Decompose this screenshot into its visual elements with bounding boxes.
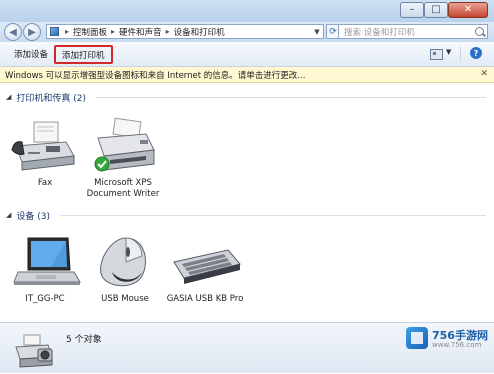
back-arrow-icon: ◀: [9, 26, 17, 38]
back-button[interactable]: ◀: [4, 23, 22, 41]
device-fax[interactable]: Fax: [6, 116, 84, 189]
maximize-button[interactable]: □: [424, 2, 448, 18]
refresh-icon: ⟳: [329, 26, 337, 37]
watermark-logo: 756手游网 www.756.com: [406, 325, 492, 355]
control-panel-icon: [50, 27, 59, 36]
address-field[interactable]: ▸ 控制面板 ▸ 硬件和声音 ▸ 设备和打印机 ▼: [46, 24, 324, 39]
add-printer-button[interactable]: 添加打印机: [54, 45, 113, 64]
breadcrumb-control-panel[interactable]: 控制面板: [73, 26, 107, 38]
forward-arrow-icon: ▶: [28, 26, 36, 38]
breadcrumb-separator: ▸: [111, 27, 116, 36]
device-xps-writer[interactable]: Microsoft XPS Document Writer: [84, 116, 162, 200]
device-it-gg-pc[interactable]: IT_GG-PC: [6, 232, 84, 305]
address-dropdown-icon[interactable]: ▼: [311, 25, 323, 38]
group-header-devices[interactable]: ◢ 设备 (3): [6, 208, 50, 222]
device-label: IT_GG-PC: [25, 294, 65, 304]
collapse-arrow-icon[interactable]: ◢: [6, 93, 11, 101]
minimize-button[interactable]: –: [400, 2, 424, 18]
command-bar: 添加设备 添加打印机 ▼ ?: [0, 42, 494, 67]
group-divider: [60, 215, 486, 216]
device-gasia-usb-kb[interactable]: GASIA USB KB Pro: [166, 232, 244, 305]
info-bar[interactable]: Windows 可以显示增强型设备图标和来自 Internet 的信息。请单击进…: [0, 67, 494, 83]
mouse-icon: [86, 232, 164, 294]
logo-cube-icon: [406, 327, 428, 349]
device-usb-mouse[interactable]: USB Mouse: [86, 232, 164, 305]
info-bar-message: Windows 可以显示增强型设备图标和来自 Internet 的信息。请单击进…: [5, 70, 306, 81]
device-label: GASIA USB KB Pro: [166, 294, 244, 304]
address-bar: ◀ ▶ ▸ 控制面板 ▸ 硬件和声音 ▸ 设备和打印机 ▼ ⟳ 搜索 设备和打印…: [0, 22, 494, 42]
view-dropdown-icon[interactable]: ▼: [446, 48, 451, 56]
close-button[interactable]: ✕: [448, 2, 488, 18]
collapse-arrow-icon[interactable]: ◢: [6, 211, 11, 219]
add-device-button[interactable]: 添加设备: [14, 47, 48, 61]
breadcrumb-devices-printers[interactable]: 设备和打印机: [174, 26, 225, 38]
group-header-printers[interactable]: ◢ 打印机和传真 (2): [6, 90, 86, 104]
breadcrumb-hardware-sound[interactable]: 硬件和声音: [119, 26, 162, 38]
device-label: USB Mouse: [101, 294, 149, 304]
breadcrumb-separator: ▸: [165, 27, 170, 36]
device-label: Fax: [37, 178, 53, 188]
search-icon[interactable]: [475, 27, 484, 36]
group-title: 设备 (3): [16, 211, 51, 222]
watermark-site: www.756.com: [432, 341, 482, 349]
group-divider: [96, 97, 486, 98]
title-bar: – □ ✕: [0, 0, 494, 22]
change-view-icon[interactable]: [430, 49, 443, 60]
breadcrumb-separator: ▸: [65, 27, 70, 36]
object-count: 5 个对象: [66, 335, 102, 345]
printer-icon: [84, 116, 162, 178]
device-label: Microsoft XPS Document Writer: [86, 178, 160, 199]
forward-button[interactable]: ▶: [23, 23, 41, 41]
close-icon[interactable]: ✕: [480, 69, 488, 79]
toolbar-divider: [460, 47, 461, 61]
help-icon[interactable]: ?: [470, 47, 482, 59]
printer-camera-icon: [12, 331, 56, 371]
fax-icon: [6, 116, 84, 178]
devices-view: ◢ 打印机和传真 (2) Fax Microsoft XPS Document …: [0, 84, 494, 322]
laptop-icon: [6, 232, 84, 294]
group-title: 打印机和传真 (2): [16, 93, 87, 104]
keyboard-icon: [166, 232, 244, 294]
search-input[interactable]: 搜索 设备和打印机: [338, 24, 488, 39]
